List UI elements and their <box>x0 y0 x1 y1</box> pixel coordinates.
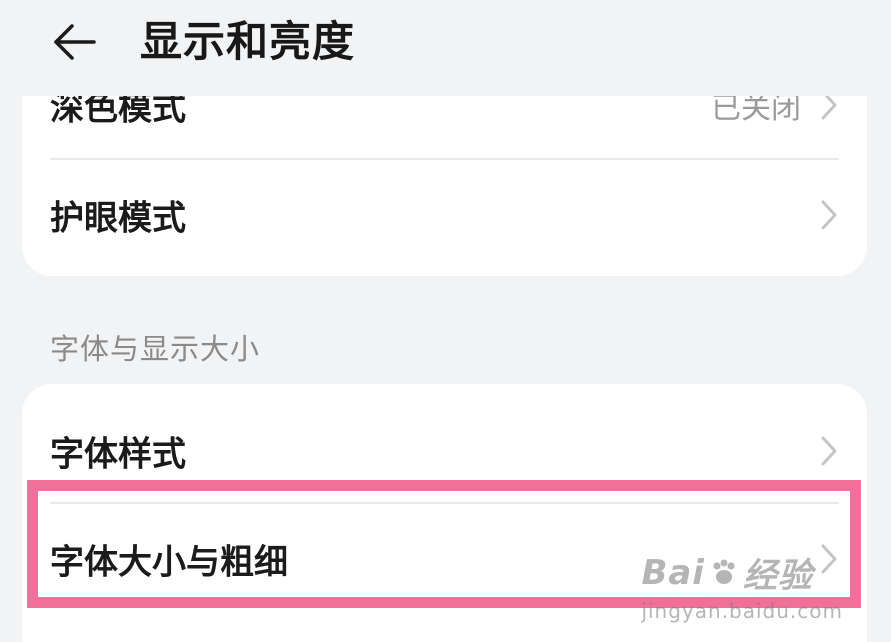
back-button[interactable] <box>40 14 108 70</box>
title-bar: 显示和亮度 <box>0 0 891 96</box>
font-size-weight-row[interactable]: 字体大小与粗细 <box>22 506 867 611</box>
section-header-font-display: 字体与显示大小 <box>50 332 261 366</box>
chevron-right-icon <box>821 436 837 465</box>
font-style-label: 字体样式 <box>50 434 186 474</box>
font-style-row[interactable]: 字体样式 <box>22 398 867 503</box>
eye-comfort-label: 护眼模式 <box>50 198 186 238</box>
arrow-left-icon <box>54 24 96 60</box>
eye-comfort-row[interactable]: 护眼模式 <box>22 162 867 267</box>
settings-card-font: 字体样式 字体大小与粗细 <box>22 384 867 642</box>
row-divider <box>50 502 839 504</box>
chevron-right-icon <box>821 200 837 229</box>
font-size-weight-label: 字体大小与粗细 <box>50 542 288 582</box>
row-divider <box>50 158 839 160</box>
page-title: 显示和亮度 <box>140 17 356 66</box>
chevron-right-icon <box>821 544 837 573</box>
